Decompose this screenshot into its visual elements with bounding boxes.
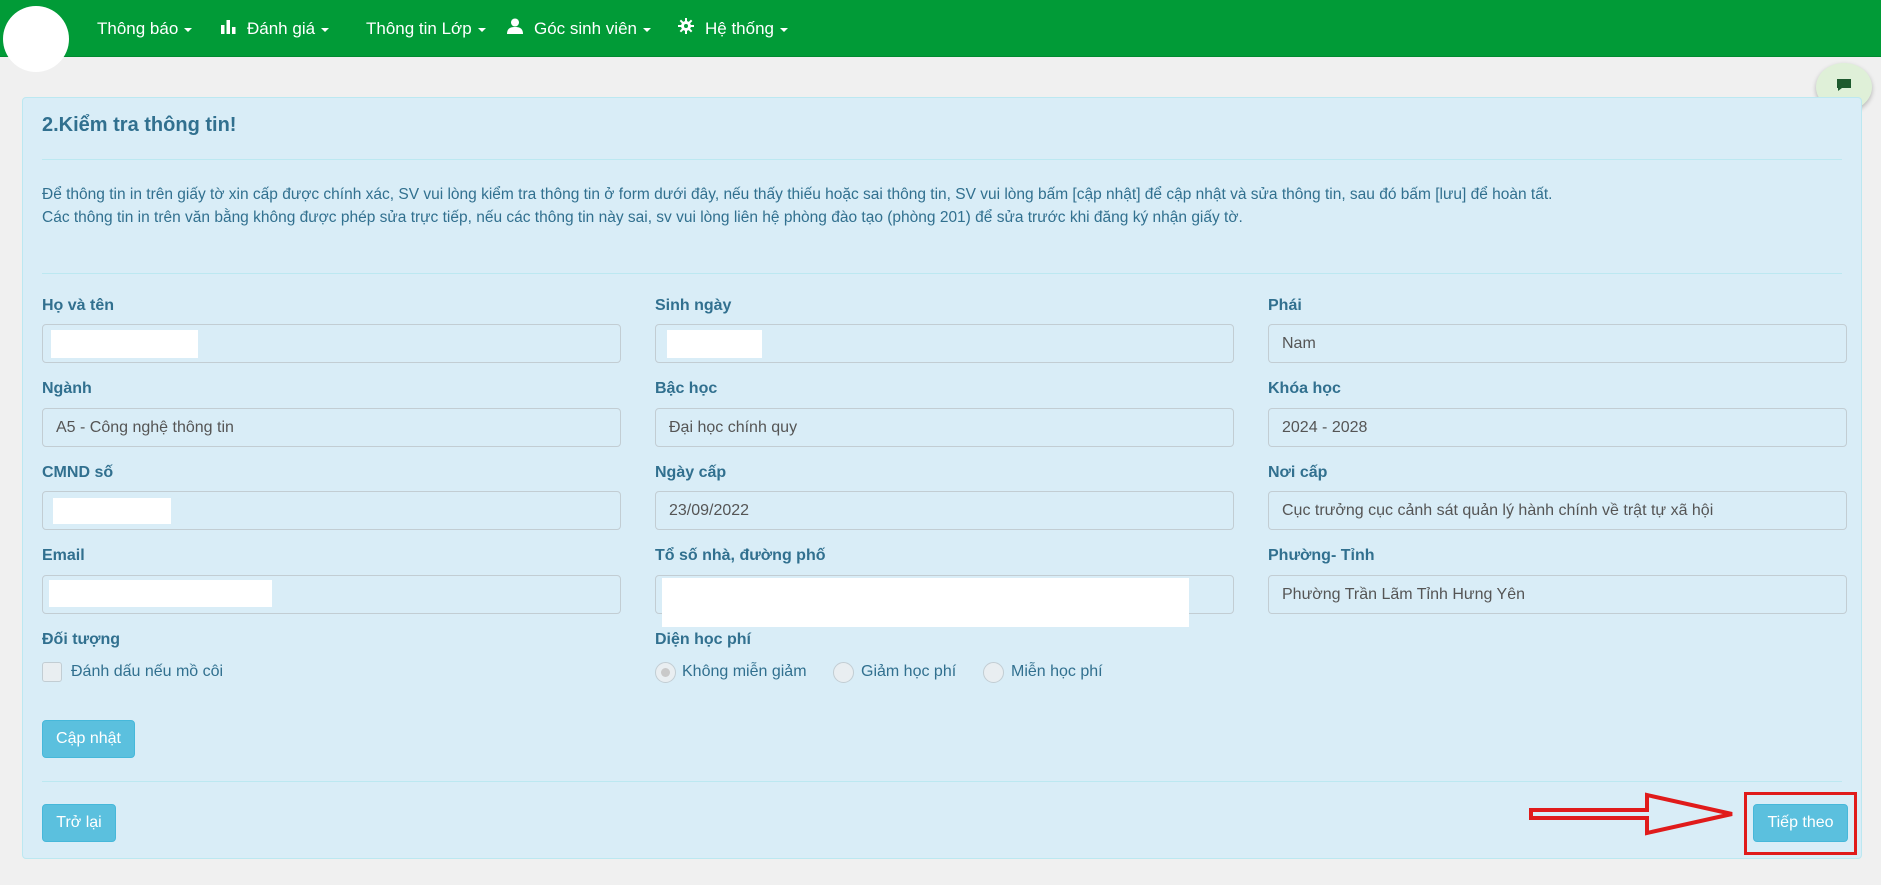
caret-down-icon [321, 27, 330, 32]
nav-thong-bao-label: Thông báo [97, 18, 179, 38]
ho-ten-label: Họ và tên [42, 297, 115, 314]
logo[interactable] [3, 6, 69, 72]
email-label: Email [42, 547, 85, 564]
dia-chi-label: Tổ số nhà, đường phố [655, 547, 826, 564]
annotation-highlight-box [1744, 792, 1857, 855]
phuong-tinh-field[interactable]: Phường Trần Lãm Tỉnh Hưng Yên [1268, 575, 1847, 614]
panel-title: 2.Kiểm tra thông tin! [42, 114, 237, 136]
nav-thong-tin-lop-label: Thông tin Lớp [366, 18, 472, 38]
caret-down-icon [184, 27, 193, 32]
user-icon [507, 18, 523, 39]
orphan-checkbox[interactable] [42, 662, 62, 682]
redacted-area [51, 330, 198, 358]
orphan-checkbox-label[interactable]: Đánh dấu nếu mồ côi [71, 663, 223, 681]
cmnd-label: CMND số [42, 464, 114, 481]
nganh-label: Ngành [42, 380, 92, 397]
nav-goc-sinh-vien-label: Góc sinh viên [534, 18, 637, 38]
radio-giam-hoc-phi[interactable] [833, 662, 854, 683]
top-navbar: Thông báo Đánh giá Thông tin Lớp Góc sin… [0, 0, 1881, 72]
annotation-arrow-icon [1529, 792, 1733, 836]
radio-khong-mien-giam[interactable] [655, 662, 676, 683]
bac-hoc-label: Bậc học [655, 380, 718, 397]
nav-he-thong[interactable]: Hệ thống [678, 0, 788, 57]
ngay-cap-field[interactable]: 23/09/2022 [655, 491, 1234, 530]
sinh-ngay-label: Sinh ngày [655, 297, 732, 314]
redacted-area [53, 498, 171, 524]
nav-goc-sinh-vien[interactable]: Góc sinh viên [507, 0, 651, 57]
phai-field[interactable]: Nam [1268, 324, 1847, 363]
instruction-line-1: Để thông tin in trên giấy tờ xin cấp đượ… [42, 186, 1553, 203]
verification-panel: 2.Kiểm tra thông tin! Để thông tin in tr… [22, 97, 1862, 859]
chat-icon [1836, 78, 1852, 97]
radio-mien-hoc-phi-label[interactable]: Miễn học phí [1011, 663, 1103, 681]
redacted-area [49, 580, 272, 607]
bar-chart-icon [221, 19, 236, 39]
phuong-tinh-label: Phường- Tỉnh [1268, 547, 1375, 564]
nav-he-thong-label: Hệ thống [705, 18, 774, 38]
nav-danh-gia[interactable]: Đánh giá [221, 0, 330, 57]
gear-icon [678, 18, 694, 39]
doi-tuong-label: Đối tượng [42, 631, 121, 648]
ngay-cap-label: Ngày cấp [655, 464, 727, 481]
redacted-area [667, 330, 762, 358]
khoa-hoc-field[interactable]: 2024 - 2028 [1268, 408, 1847, 447]
phai-label: Phái [1268, 297, 1302, 314]
instruction-line-2: Các thông tin in trên văn bằng không đượ… [42, 209, 1243, 226]
caret-down-icon [643, 27, 651, 32]
divider [42, 159, 1842, 160]
bac-hoc-field[interactable]: Đại học chính quy [655, 408, 1234, 447]
caret-down-icon [477, 27, 486, 32]
instruction-text: Để thông tin in trên giấy tờ xin cấp đượ… [42, 183, 1842, 229]
radio-giam-hoc-phi-label[interactable]: Giảm học phí [861, 663, 956, 681]
radio-mien-hoc-phi[interactable] [983, 662, 1004, 683]
noi-cap-label: Nơi cấp [1268, 464, 1328, 481]
noi-cap-field[interactable]: Cục trưởng cục cảnh sát quản lý hành chí… [1268, 491, 1847, 530]
radio-khong-mien-giam-label[interactable]: Không miễn giảm [682, 663, 807, 681]
divider [42, 781, 1842, 782]
tro-lai-button[interactable]: Trở lại [42, 804, 116, 842]
nav-thong-bao[interactable]: Thông báo [97, 0, 193, 57]
khoa-hoc-label: Khóa học [1268, 380, 1341, 397]
cap-nhat-button[interactable]: Cập nhật [42, 720, 135, 758]
divider [42, 273, 1842, 274]
redacted-area [662, 578, 1189, 627]
caret-down-icon [780, 27, 788, 32]
nganh-field[interactable]: A5 - Công nghệ thông tin [42, 408, 621, 447]
nav-danh-gia-label: Đánh giá [247, 18, 316, 38]
nav-thong-tin-lop[interactable]: Thông tin Lớp [366, 0, 486, 57]
dien-hoc-phi-label: Diện học phí [655, 631, 751, 648]
